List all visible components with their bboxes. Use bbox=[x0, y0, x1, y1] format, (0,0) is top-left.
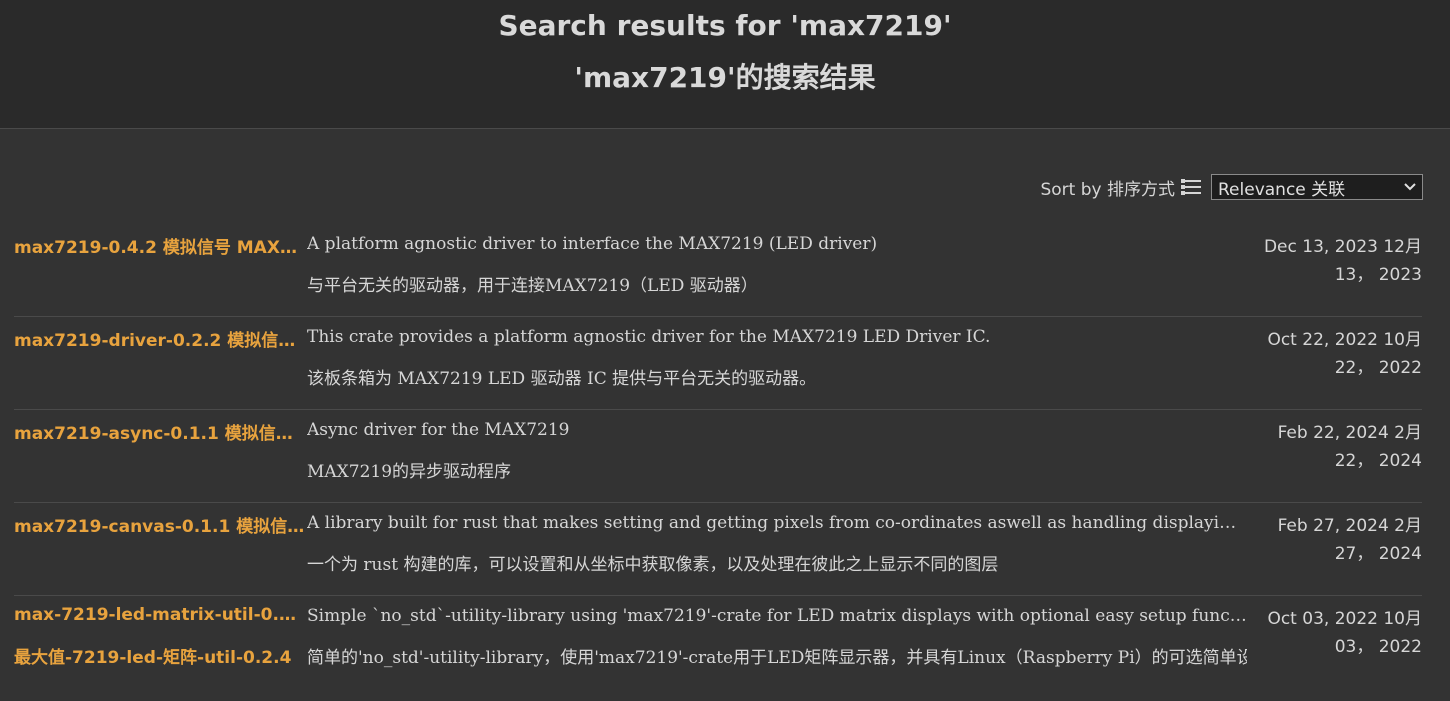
sort-select[interactable]: Relevance 关联 bbox=[1211, 174, 1423, 200]
result-description: This crate provides a platform agnostic … bbox=[307, 327, 991, 347]
result-date-line: 27， 2024 bbox=[1334, 544, 1422, 564]
result-description: Simple `no_std`-utility-library using 'm… bbox=[307, 606, 1247, 626]
result-date-line: 13， 2023 bbox=[1334, 265, 1422, 285]
chevron-down-icon bbox=[1404, 183, 1416, 191]
result-date: Feb 22, 2024 2月 22， 2024 bbox=[1252, 419, 1422, 475]
result-description-translation: 该板条箱为 MAX7219 LED 驱动器 IC 提供与平台无关的驱动器。 bbox=[307, 369, 817, 389]
result-description: Async driver for the MAX7219 bbox=[307, 420, 570, 440]
page-header: Search results for 'max7219' 'max7219'的搜… bbox=[0, 0, 1450, 129]
page-title: Search results for 'max7219' bbox=[498, 9, 952, 42]
results-list: max7219-0.4.2 模拟信号 MAX7219-0.4.2 A platf… bbox=[14, 224, 1422, 689]
result-date-line: 03， 2022 bbox=[1334, 637, 1422, 657]
result-date-line: Oct 03, 2022 10月 bbox=[1267, 609, 1422, 629]
result-date: Dec 13, 2023 12月 13， 2023 bbox=[1252, 233, 1422, 289]
result-date: Oct 22, 2022 10月 22， 2022 bbox=[1252, 326, 1422, 382]
list-icon bbox=[1181, 179, 1201, 195]
result-date-line: Oct 22, 2022 10月 bbox=[1267, 330, 1422, 350]
sort-bar: Sort by 排序方式 Relevance 关联 bbox=[1040, 174, 1423, 200]
result-date-line: Feb 22, 2024 2月 bbox=[1277, 423, 1422, 443]
result-date-line: Dec 13, 2023 12月 bbox=[1263, 237, 1422, 257]
result-row: max-7219-led-matrix-util-0.2.4 最大值-7219-… bbox=[14, 596, 1422, 689]
result-date: Feb 27, 2024 2月 27， 2024 bbox=[1252, 512, 1422, 568]
result-description: A library built for rust that makes sett… bbox=[307, 513, 1247, 533]
result-description-translation: 一个为 rust 构建的库，可以设置和从坐标中获取像素，以及处理在彼此之上显示不… bbox=[307, 555, 999, 575]
result-description: A platform agnostic driver to interface … bbox=[307, 234, 878, 254]
result-name-link[interactable]: max7219-driver-0.2.2 模拟信号驱动器-0.2.2 bbox=[14, 326, 306, 351]
result-description-translation: MAX7219的异步驱动程序 bbox=[307, 462, 512, 482]
result-name-link[interactable]: max7219-canvas-0.1.1 模拟信号画布-0.1.1 bbox=[14, 512, 306, 537]
page-title-translation: 'max7219'的搜索结果 bbox=[574, 61, 876, 94]
result-row: max7219-canvas-0.1.1 模拟信号画布-0.1.1 A libr… bbox=[14, 503, 1422, 596]
result-name-link[interactable]: max7219-0.4.2 模拟信号 MAX7219-0.4.2 bbox=[14, 233, 306, 258]
result-description-translation: 简单的'no_std'-utility-library，使用'max7219'-… bbox=[307, 648, 1247, 668]
result-row: max7219-async-0.1.1 模拟信号 异步-0.1.1 Async … bbox=[14, 410, 1422, 503]
sort-label: Sort by 排序方式 bbox=[1040, 179, 1175, 200]
sort-select-value: Relevance 关联 bbox=[1218, 179, 1346, 200]
result-date-line: 22， 2022 bbox=[1334, 358, 1422, 378]
result-row: max7219-0.4.2 模拟信号 MAX7219-0.4.2 A platf… bbox=[14, 224, 1422, 317]
result-row: max7219-driver-0.2.2 模拟信号驱动器-0.2.2 This … bbox=[14, 317, 1422, 410]
result-name-link[interactable]: max7219-async-0.1.1 模拟信号 异步-0.1.1 bbox=[14, 419, 306, 444]
result-name-link[interactable]: max-7219-led-matrix-util-0.2.4 bbox=[14, 605, 306, 625]
result-date: Oct 03, 2022 10月 03， 2022 bbox=[1252, 605, 1422, 661]
result-name-translation: 最大值-7219-led-矩阵-util-0.2.4 bbox=[14, 648, 292, 668]
result-date-line: Feb 27, 2024 2月 bbox=[1277, 516, 1422, 536]
result-description-translation: 与平台无关的驱动器，用于连接MAX7219（LED 驱动器） bbox=[307, 276, 758, 296]
result-date-line: 22， 2024 bbox=[1334, 451, 1422, 471]
